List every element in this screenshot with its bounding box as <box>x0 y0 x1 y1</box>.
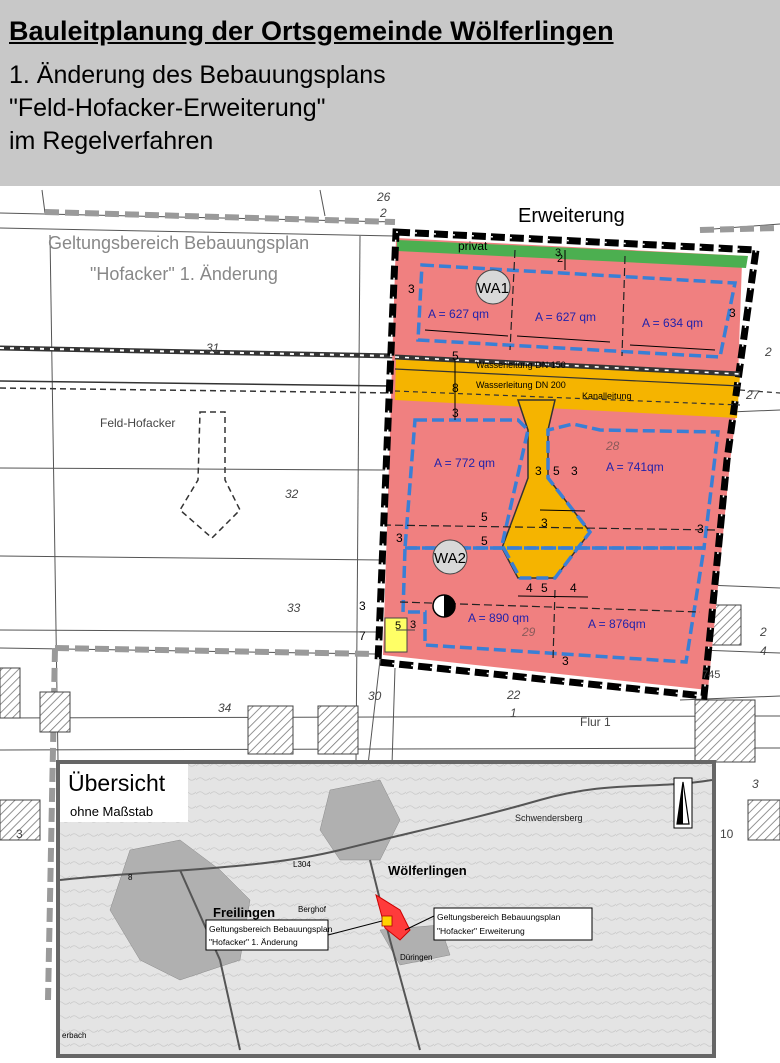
dimension-label: 3 <box>535 464 542 478</box>
inset-label-right-2: "Hofacker" Erweiterung <box>437 926 525 936</box>
dimension-label: 3 <box>555 247 561 259</box>
dimension-label: 8 <box>452 381 459 395</box>
dimension-label: 7 <box>359 629 366 643</box>
dimension-label: 3 <box>562 654 569 668</box>
parcel-number: 28 <box>605 439 620 453</box>
inset-label-left-2: "Hofacker" 1. Änderung <box>209 937 298 947</box>
dimension-label: 5 <box>541 581 548 595</box>
kanal-label: Kanalleitung <box>582 391 632 401</box>
cadastral-map: WA1 WA2 Erweiterung Geltungsbereich Beba… <box>0 189 780 1058</box>
parcel-number: 2 <box>764 345 772 359</box>
parcel-number: 2 <box>379 206 387 220</box>
subtitle-line-2: "Feld-Hofacker-Erweiterung" <box>9 94 326 122</box>
dimension-label: 5 <box>452 349 459 363</box>
old-plan-label-2: "Hofacker" 1. Änderung <box>90 264 278 284</box>
inset-label-right-1: Geltungsbereich Bebauungsplan <box>437 912 561 922</box>
parcel-number: 2 <box>759 625 767 639</box>
dimension-label: 3 <box>410 619 416 631</box>
parcel-number: 3 <box>752 777 759 791</box>
turnaround-outline <box>179 411 241 540</box>
subtitle-line-1: 1. Änderung des Bebauungsplans <box>9 61 386 89</box>
erweiterung-label: Erweiterung <box>518 205 625 227</box>
dimension-label: 4 <box>570 581 577 595</box>
inset-town-label: Düringen <box>400 953 432 962</box>
feld-hofacker-label: Feld-Hofacker <box>100 416 175 430</box>
header-banner: Bauleitplanung der Ortsgemeinde Wölferli… <box>0 0 780 186</box>
area-label: A = 741qm <box>606 460 664 474</box>
dimension-label: 5 <box>481 510 488 524</box>
dimension-label: 3 <box>697 522 704 536</box>
inset-town-label: Freilingen <box>213 905 275 920</box>
inset-hill-label: Schwendersberg <box>515 813 583 823</box>
parcel-number: 26 <box>376 190 391 204</box>
dimension-label: 3 <box>541 516 548 530</box>
parcel-number: 33 <box>287 601 301 615</box>
area-label: A = 627 qm <box>535 310 596 324</box>
dimension-label: 3 <box>408 282 415 296</box>
wa2-badge: WA2 <box>432 539 468 575</box>
parcel-number: 29 <box>521 625 536 639</box>
dimension-label: 3 <box>452 406 459 420</box>
dimension-label: 3 <box>571 464 578 478</box>
parcel-number: 27 <box>745 388 761 402</box>
compass-symbol <box>432 594 456 618</box>
utility-lines-left <box>0 345 396 394</box>
page-title: Bauleitplanung der Ortsgemeinde Wölferli… <box>9 16 614 46</box>
inset-subtitle: ohne Maßstab <box>70 804 154 819</box>
dimension-label: 3 <box>396 531 403 545</box>
water-line-1-label: Wasserleitung DN 150 <box>476 360 566 370</box>
parcel-number: 31 <box>206 341 219 355</box>
flur-label: Flur 1 <box>580 715 611 729</box>
area-label: A = 772 qm <box>434 456 495 470</box>
area-label: A = 876qm <box>588 617 646 631</box>
svg-text:WA1: WA1 <box>477 280 509 297</box>
wa1-badge: WA1 <box>475 269 511 305</box>
subtitle-line-3: im Regelverfahren <box>9 127 214 155</box>
privat-label: privat <box>458 239 488 253</box>
parcel-number: 30 <box>368 689 382 703</box>
inset-town-label: Wölferlingen <box>388 863 467 878</box>
parcel-number: 3 <box>16 827 23 841</box>
inset-title: Übersicht <box>68 770 166 796</box>
dimension-label: 5 <box>553 464 560 478</box>
overview-inset <box>56 760 716 1058</box>
parcel-number: 10 <box>720 827 734 841</box>
svg-text:WA2: WA2 <box>434 550 466 567</box>
area-label: A = 634 qm <box>642 316 703 330</box>
parcel-number: 4 <box>760 644 767 658</box>
dimension-label: 5 <box>395 620 401 632</box>
parcel-number: 745 <box>702 669 720 681</box>
parcel-number: 34 <box>218 701 232 715</box>
water-line-2-label: Wasserleitung DN 200 <box>476 380 566 390</box>
dimension-label: 3 <box>359 599 366 613</box>
dimension-label: 3 <box>729 306 736 320</box>
inset-road-label: L304 <box>293 860 311 869</box>
parcel-number: 22 <box>506 688 521 702</box>
parcel-number: 32 <box>285 487 299 501</box>
inset-small-label: erbach <box>62 1031 86 1040</box>
dimension-label: 4 <box>526 581 533 595</box>
area-label: A = 890 qm <box>468 611 529 625</box>
old-plan-label-1: Geltungsbereich Bebauungsplan <box>48 233 309 253</box>
area-label: A = 627 qm <box>428 307 489 321</box>
inset-small-label: Berghof <box>298 905 327 914</box>
dimension-label: 5 <box>481 534 488 548</box>
inset-label-left-1: Geltungsbereich Bebauungsplan <box>209 924 333 934</box>
parcel-number: 1 <box>510 706 517 720</box>
inset-small-label: 8 <box>128 873 133 882</box>
